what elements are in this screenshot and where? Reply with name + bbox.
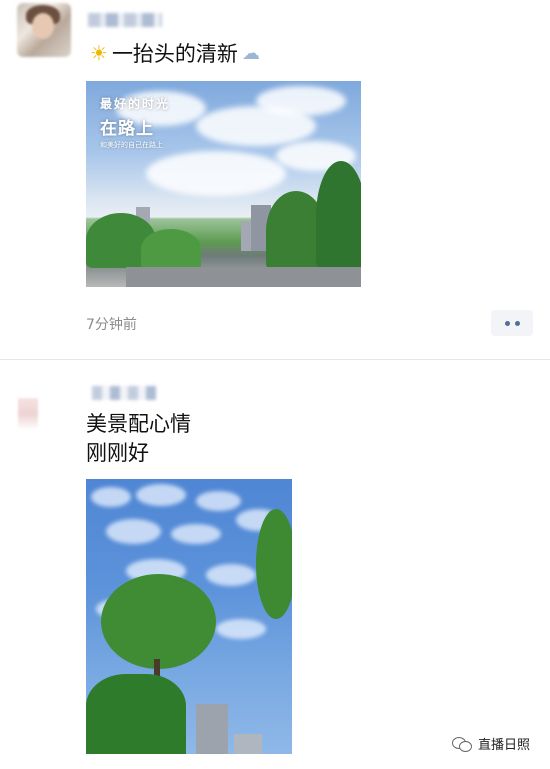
post-timestamp: 7分钟前 <box>86 317 137 333</box>
post-caption-line2: 刚刚好 <box>86 441 149 465</box>
photo-cloud <box>196 491 241 511</box>
photo-road <box>126 267 361 287</box>
more-actions-button[interactable] <box>491 310 533 336</box>
photo-tree <box>256 509 292 619</box>
watermark-text: 直播日照 <box>478 738 531 753</box>
post-caption-text: 一抬头的清新 <box>111 42 238 66</box>
photo-overlay-line2: 在路上 <box>100 119 154 139</box>
post-photo-sky[interactable] <box>86 479 292 754</box>
photo-tree <box>141 229 201 269</box>
avatar[interactable] <box>17 3 71 57</box>
cloud-emoji-icon: ☁ <box>241 42 260 64</box>
photo-cloud <box>136 484 186 506</box>
username-blurred[interactable] <box>92 386 156 400</box>
watermark: 直播日照 <box>452 734 530 753</box>
photo-cloud <box>206 564 256 586</box>
wechat-icon <box>452 736 472 752</box>
photo-cloud <box>106 519 161 544</box>
photo-tree <box>101 574 216 669</box>
photo-cloud <box>171 524 221 544</box>
two-dots-icon <box>504 320 510 326</box>
photo-overlay-text: 最好的时光 在路上 和美好的自己在路上 <box>100 95 170 150</box>
photo-cloud <box>91 487 131 507</box>
post-caption: ☀ 一抬头的清新 ☁ <box>90 38 260 68</box>
photo-overlay-line3: 和美好的自己在路上 <box>100 141 163 149</box>
photo-tree <box>86 674 186 754</box>
post-caption-line1: 美景配心情 <box>86 412 191 436</box>
username-blurred[interactable] <box>88 13 162 27</box>
photo-cloud <box>146 151 286 196</box>
photo-cloud <box>216 619 266 639</box>
post-divider <box>0 359 550 360</box>
two-dots-icon <box>514 320 520 326</box>
photo-tree <box>316 161 361 271</box>
photo-building <box>196 704 228 754</box>
avatar[interactable] <box>18 398 38 430</box>
sun-emoji-icon: ☀ <box>90 41 108 65</box>
post-caption: 美景配心情 刚刚好 <box>86 410 191 468</box>
photo-building <box>234 734 262 754</box>
photo-building <box>241 221 251 251</box>
avatar-face <box>32 13 54 39</box>
photo-overlay-line1: 最好的时光 <box>100 97 171 111</box>
photo-cloud <box>256 86 346 116</box>
